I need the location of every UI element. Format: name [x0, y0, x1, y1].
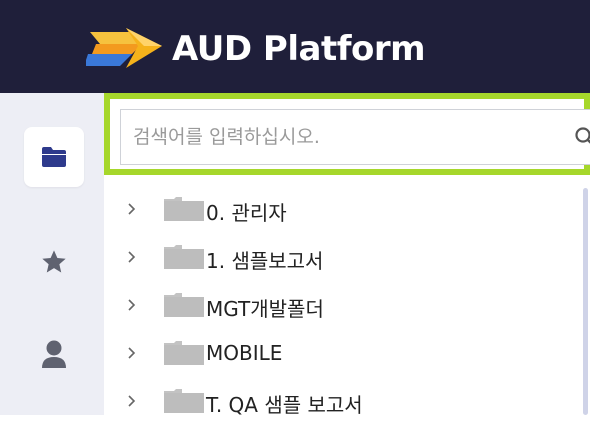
tree-item-label: MGT개발폴더	[206, 297, 324, 321]
search-panel	[104, 93, 590, 175]
tree-item-label: T. QA 샘플 보고서	[206, 393, 363, 417]
search-box	[120, 109, 590, 165]
chevron-right-icon[interactable]	[126, 248, 138, 266]
chevron-right-icon[interactable]	[126, 392, 138, 410]
app-header: AUD Platform	[0, 0, 590, 93]
folder-icon	[164, 293, 204, 317]
tree-item-label: 1. 샘플보고서	[206, 249, 324, 273]
chevron-right-icon[interactable]	[126, 200, 138, 218]
folder-icon	[42, 147, 66, 167]
user-icon	[42, 340, 66, 368]
tree-item[interactable]: MGT개발폴더	[104, 283, 574, 327]
folder-icon	[164, 389, 204, 413]
logo-icon	[86, 28, 162, 68]
chevron-right-icon[interactable]	[126, 296, 138, 314]
chevron-right-icon[interactable]	[126, 344, 138, 362]
sidebar	[0, 93, 104, 415]
tree-item[interactable]: 0. 관리자	[104, 187, 574, 231]
tree-item-label: 0. 관리자	[206, 201, 287, 225]
tree-item-label: MOBILE	[206, 341, 283, 365]
folder-icon	[164, 245, 204, 269]
folder-tree: 0. 관리자 1. 샘플보고서 MGT개발폴더 MOBILE T. QA 샘플 …	[104, 175, 590, 417]
search-icon[interactable]	[573, 125, 590, 149]
scrollbar[interactable]	[583, 188, 588, 415]
tree-item[interactable]: 1. 샘플보고서	[104, 235, 574, 279]
search-input[interactable]	[133, 110, 533, 164]
folder-icon	[164, 341, 204, 365]
sidebar-item-favorites[interactable]	[24, 232, 84, 292]
folder-icon	[164, 197, 204, 221]
tree-item[interactable]: T. QA 샘플 보고서	[104, 379, 574, 423]
sidebar-item-folders[interactable]	[24, 127, 84, 187]
tree-item[interactable]: MOBILE	[104, 331, 574, 375]
star-icon	[42, 250, 66, 273]
sidebar-item-user[interactable]	[24, 324, 84, 384]
app-title: AUD Platform	[172, 29, 426, 69]
